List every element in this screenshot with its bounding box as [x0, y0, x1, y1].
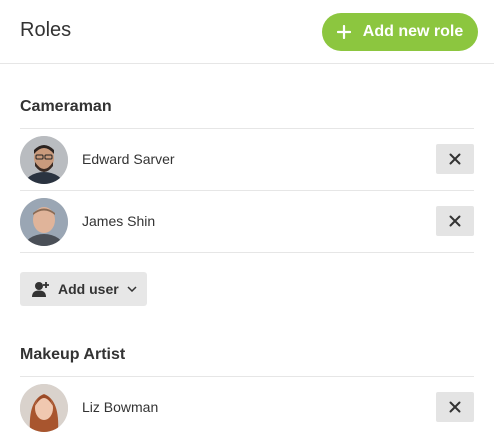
avatar: [20, 136, 68, 184]
remove-user-button[interactable]: [436, 206, 474, 236]
close-icon: [449, 215, 461, 227]
add-user-button[interactable]: Add user: [20, 272, 147, 306]
user-name: Liz Bowman: [82, 399, 159, 415]
add-user-icon: [32, 281, 50, 297]
user-name: Edward Sarver: [82, 151, 175, 167]
user-name: James Shin: [82, 213, 156, 229]
add-new-role-button[interactable]: Add new role: [322, 13, 478, 51]
remove-user-button[interactable]: [436, 144, 474, 174]
chevron-down-icon: [127, 286, 137, 292]
role-section-makeup-artist: Makeup Artist Liz Bowman: [20, 343, 474, 439]
add-user-label: Add user: [58, 281, 119, 297]
avatar: [20, 198, 68, 246]
add-new-role-label: Add new role: [362, 23, 464, 40]
plus-icon: [336, 25, 351, 39]
remove-user-button[interactable]: [436, 392, 474, 422]
user-row: Edward Sarver: [20, 129, 474, 191]
divider: [20, 367, 474, 377]
user-row: Liz Bowman: [20, 377, 474, 439]
close-icon: [449, 153, 461, 165]
page-title: Roles: [20, 19, 72, 41]
page-header: Roles Add new role: [0, 0, 494, 64]
user-row: James Shin: [20, 191, 474, 253]
role-section-cameraman: Cameraman Edward Sarver James Shin Add u…: [20, 95, 474, 306]
divider: [20, 119, 474, 129]
avatar: [20, 384, 68, 432]
role-title: Makeup Artist: [20, 346, 126, 363]
role-title: Cameraman: [20, 98, 112, 115]
close-icon: [449, 401, 461, 413]
